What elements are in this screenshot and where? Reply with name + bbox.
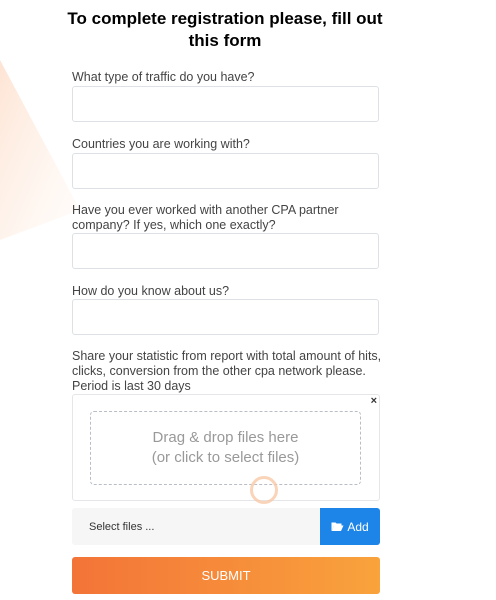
- traffic-type-input[interactable]: [72, 86, 379, 122]
- cpa-partner-input[interactable]: [72, 233, 379, 269]
- form-title: To complete registration please, fill ou…: [67, 9, 383, 50]
- folder-open-icon: [331, 522, 344, 531]
- cpa-partner-label: Have you ever worked with another CPA pa…: [72, 203, 339, 232]
- how-know-input[interactable]: [72, 299, 379, 335]
- close-icon[interactable]: ×: [371, 395, 377, 407]
- countries-input[interactable]: [72, 153, 379, 189]
- selected-files-field[interactable]: Select files ...: [72, 508, 320, 545]
- statistics-upload-label: Share your statistic from report with to…: [72, 349, 382, 393]
- decorative-ring: [250, 476, 278, 504]
- file-drop-zone[interactable]: Drag & drop files here (or click to sele…: [90, 411, 361, 485]
- drop-instruction-hint: (or click to select files): [151, 449, 300, 466]
- add-file-button[interactable]: Add: [320, 508, 380, 545]
- file-drop-panel: × Drag & drop files here (or click to se…: [72, 394, 380, 501]
- submit-button[interactable]: SUBMIT: [72, 557, 380, 594]
- file-select-row: Select files ... Add: [72, 508, 380, 545]
- add-button-label: Add: [347, 519, 369, 534]
- countries-label: Countries you are working with?: [72, 137, 250, 151]
- drop-instruction: Drag & drop files here: [152, 429, 299, 446]
- traffic-type-label: What type of traffic do you have?: [72, 70, 255, 84]
- how-know-label: How do you know about us?: [72, 284, 230, 298]
